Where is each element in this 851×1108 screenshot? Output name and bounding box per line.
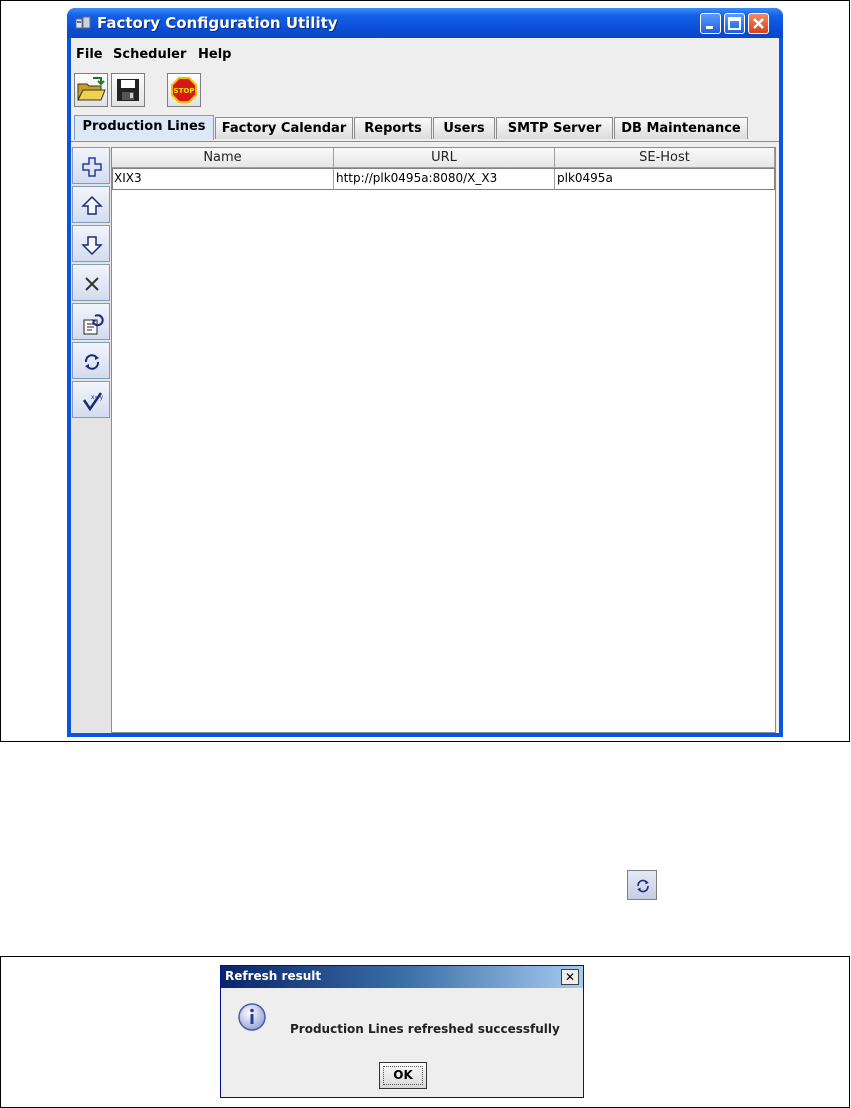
stop-sign-label: STOP xyxy=(174,87,195,95)
maximize-icon xyxy=(728,17,741,30)
menu-file[interactable]: File xyxy=(76,47,103,62)
tab-reports[interactable]: Reports xyxy=(354,117,432,139)
minimize-button[interactable] xyxy=(700,13,721,34)
main-window: Factory Configuration Utility File Sched… xyxy=(67,8,783,737)
delete-icon xyxy=(85,277,99,291)
open-button[interactable] xyxy=(74,73,108,107)
tab-divider xyxy=(71,141,779,142)
close-button[interactable] xyxy=(748,13,769,34)
move-down-button[interactable] xyxy=(72,225,110,262)
dialog-title: Refresh result xyxy=(225,969,322,983)
move-down-icon xyxy=(81,236,103,256)
refresh-icon-reference xyxy=(627,870,657,900)
svg-text:x=y: x=y xyxy=(91,394,103,401)
tab-users[interactable]: Users xyxy=(433,117,495,139)
table-cell-url[interactable]: http://plk0495a:8080/X_X3 xyxy=(334,168,555,190)
table-cell-name[interactable]: XIX3 xyxy=(112,168,334,190)
table-cell-se-host[interactable]: plk0495a xyxy=(555,168,775,190)
screenshot-frame-top: Factory Configuration Utility File Sched… xyxy=(0,0,850,742)
side-toolbar: x=y xyxy=(71,147,112,733)
edit-refresh-button[interactable] xyxy=(72,303,110,340)
window-title: Factory Configuration Utility xyxy=(97,14,338,32)
stop-button[interactable]: STOP xyxy=(167,73,201,107)
minimize-icon xyxy=(706,26,713,29)
menu-help[interactable]: Help xyxy=(198,47,231,62)
ok-button[interactable]: OK xyxy=(379,1062,427,1089)
info-icon xyxy=(238,1003,266,1031)
column-header-name[interactable]: Name xyxy=(112,148,334,168)
dialog-close-button[interactable]: ✕ xyxy=(561,969,579,985)
tab-production-lines[interactable]: Production Lines xyxy=(74,115,214,140)
production-lines-table[interactable]: Name URL SE-Host XIX3 http://plk0495a:80… xyxy=(111,147,776,733)
menu-bar: File Scheduler Help xyxy=(71,38,779,62)
refresh-icon xyxy=(637,879,649,893)
maximize-button[interactable] xyxy=(724,13,745,34)
column-header-se-host[interactable]: SE-Host xyxy=(555,148,775,168)
add-icon xyxy=(82,157,102,177)
tab-smtp-server[interactable]: SMTP Server xyxy=(496,117,613,139)
edit-refresh-icon xyxy=(83,314,104,335)
move-up-icon xyxy=(81,195,103,215)
tab-strip: Production Lines Factory Calendar Report… xyxy=(71,115,779,141)
delete-button[interactable] xyxy=(72,264,110,301)
dialog-message: Production Lines refreshed successfully xyxy=(290,1022,560,1036)
window-client-area: File Scheduler Help STOP Production Line… xyxy=(71,38,779,733)
close-icon xyxy=(753,18,764,29)
open-folder-icon xyxy=(77,77,106,101)
save-button[interactable] xyxy=(111,73,145,107)
title-bar[interactable]: Factory Configuration Utility xyxy=(67,8,783,38)
refresh-button[interactable] xyxy=(72,342,110,379)
app-icon xyxy=(75,16,91,29)
save-disk-icon xyxy=(117,79,139,101)
dialog-title-bar[interactable]: Refresh result ✕ xyxy=(221,966,583,988)
validate-button[interactable]: x=y xyxy=(72,381,110,418)
refresh-result-dialog: Refresh result ✕ Production Lines refres… xyxy=(220,965,584,1098)
column-header-url[interactable]: URL xyxy=(334,148,555,168)
move-up-button[interactable] xyxy=(72,186,110,223)
refresh-icon xyxy=(84,354,100,370)
add-button[interactable] xyxy=(72,147,110,184)
menu-scheduler[interactable]: Scheduler xyxy=(113,47,186,62)
stop-sign-icon: STOP xyxy=(171,77,197,103)
tab-factory-calendar[interactable]: Factory Calendar xyxy=(215,117,353,139)
tab-db-maintenance[interactable]: DB Maintenance xyxy=(614,117,748,139)
validate-icon: x=y xyxy=(82,392,103,412)
